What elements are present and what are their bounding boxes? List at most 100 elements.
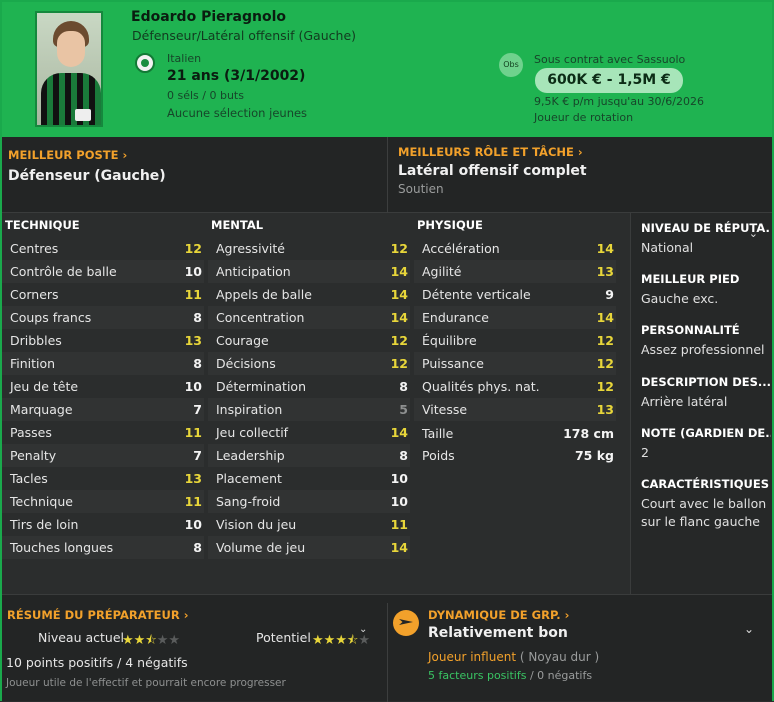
scout-obs-icon[interactable]: Obs [499, 53, 523, 77]
potential-ability-label: Potentiel [256, 630, 311, 645]
attribute-row[interactable]: Qualités phys. nat. 12 [414, 375, 616, 398]
player-photo [35, 11, 103, 127]
current-ability-label: Niveau actuel [38, 630, 124, 645]
attribute-label: Accélération [422, 241, 500, 256]
player-overview-panel: Edoardo Pieragnolo Défenseur/Latéral off… [0, 0, 774, 702]
attribute-value: 12 [390, 333, 408, 348]
attribute-label: Touches longues [10, 540, 114, 555]
attribute-value: 8 [193, 540, 202, 555]
contract-club[interactable]: Sous contrat avec Sassuolo [534, 53, 685, 66]
side-info-value: National [641, 240, 694, 255]
attribute-label: Appels de balle [216, 287, 312, 302]
attribute-value: 8 [193, 356, 202, 371]
attribute-row[interactable]: Technique 11 [2, 490, 204, 513]
attribute-row[interactable]: Appels de balle 14 [208, 283, 410, 306]
side-info-block[interactable]: CARACTÉRISTIQUES J Court avec le ballon s… [641, 477, 771, 531]
attribute-value: 13 [596, 402, 614, 417]
technical-title: TECHNIQUE [5, 218, 80, 232]
attribute-value: 14 [390, 287, 408, 302]
technical-column: TECHNIQUE Centres 12 Contrôle de balle 10 Co… [2, 213, 204, 559]
attribute-row[interactable]: Vision du jeu 11 [208, 513, 410, 536]
attribute-value: 14 [390, 425, 408, 440]
attribute-row[interactable]: Placement 10 [208, 467, 410, 490]
attribute-row[interactable]: Agilité 13 [414, 260, 616, 283]
attribute-label: Finition [10, 356, 56, 371]
dynamics-link[interactable]: DYNAMIQUE DE GRP. › [428, 608, 569, 622]
nation-flag-icon[interactable] [135, 53, 155, 73]
attribute-value: 12 [390, 241, 408, 256]
nationality[interactable]: Italien [167, 52, 201, 65]
chevron-down-icon[interactable]: ⌄ [744, 622, 754, 636]
attribute-row[interactable]: Équilibre 12 [414, 329, 616, 352]
attribute-label: Vitesse [422, 402, 468, 417]
attribute-row[interactable]: Agressivité 12 [208, 237, 410, 260]
attribute-row[interactable]: Jeu collectif 14 [208, 421, 410, 444]
attribute-row[interactable]: Passes 11 [2, 421, 204, 444]
attribute-row[interactable]: Inspiration 5 [208, 398, 410, 421]
attribute-row[interactable]: Endurance 14 [414, 306, 616, 329]
star-icon: ★ [133, 633, 146, 648]
attribute-row[interactable]: Volume de jeu 14 [208, 536, 410, 559]
attribute-label: Inspiration [216, 402, 283, 417]
attribute-value: 14 [390, 540, 408, 555]
attribute-value: 10 [184, 264, 202, 279]
attribute-label: Jeu collectif [216, 425, 289, 440]
attribute-label: Agressivité [216, 241, 286, 256]
side-info-block[interactable]: DESCRIPTION DES... Arrière latéral [641, 375, 771, 411]
attribute-label: Centres [10, 241, 59, 256]
attribute-row[interactable]: Vitesse 13 [414, 398, 616, 421]
player-role: Défenseur/Latéral offensif (Gauche) [132, 28, 357, 43]
best-role-duty: Soutien [398, 182, 444, 196]
attribute-value: 13 [184, 333, 202, 348]
best-position-link[interactable]: MEILLEUR POSTE › [8, 148, 127, 162]
attribute-value: 7 [193, 448, 202, 463]
attribute-row[interactable]: Corners 11 [2, 283, 204, 306]
star-icon: ★ [358, 633, 370, 648]
best-role-value: Latéral offensif complet [398, 163, 587, 179]
side-info-block[interactable]: MEILLEUR PIED Gauche exc. [641, 272, 771, 308]
attribute-row[interactable]: Puissance 12 [414, 352, 616, 375]
attribute-row[interactable]: Anticipation 14 [208, 260, 410, 283]
attribute-row[interactable]: Accélération 14 [414, 237, 616, 260]
attribute-row[interactable]: Marquage 7 [2, 398, 204, 421]
measure-label: Poids [422, 448, 455, 463]
attribute-label: Concentration [216, 310, 305, 325]
attribute-row[interactable]: Leadership 8 [208, 444, 410, 467]
dynamics-role: Joueur influent ( Noyau dur ) [428, 650, 600, 664]
attribute-row[interactable]: Courage 12 [208, 329, 410, 352]
attribute-label: Détente verticale [422, 287, 531, 302]
attribute-row[interactable]: Contrôle de balle 10 [2, 260, 204, 283]
measure-label: Taille [422, 426, 454, 441]
attribute-row[interactable]: Penalty 7 [2, 444, 204, 467]
attribute-row[interactable]: Détente verticale 9 [414, 283, 616, 306]
attribute-row[interactable]: Concentration 14 [208, 306, 410, 329]
attribute-row[interactable]: Décisions 12 [208, 352, 410, 375]
side-info-block[interactable]: NOTE (GARDIEN DE... 2 [641, 426, 771, 462]
chevron-down-icon[interactable]: ⌄ [359, 624, 367, 635]
side-info-block[interactable]: NIVEAU DE RÉPUTA... National [641, 221, 771, 257]
dynamics-icon [393, 610, 419, 636]
attribute-row[interactable]: Jeu de tête 10 [2, 375, 204, 398]
attribute-row[interactable]: Tirs de loin 10 [2, 513, 204, 536]
attribute-label: Équilibre [422, 333, 477, 348]
attribute-row[interactable]: Centres 12 [2, 237, 204, 260]
best-role-link[interactable]: MEILLEURS RÔLE ET TÂCHE › [398, 145, 583, 159]
attribute-row[interactable]: Coups francs 8 [2, 306, 204, 329]
attribute-row[interactable]: Tacles 13 [2, 467, 204, 490]
squad-status: Joueur de rotation [534, 111, 634, 124]
measure-value: 75 kg [574, 448, 614, 463]
attribute-row[interactable]: Dribbles 13 [2, 329, 204, 352]
attribute-row[interactable]: Détermination 8 [208, 375, 410, 398]
side-info-block[interactable]: PERSONNALITÉ Assez professionnel [641, 323, 771, 359]
attribute-row[interactable]: Finition 8 [2, 352, 204, 375]
attribute-value: 12 [596, 356, 614, 371]
side-info-value: 2 [641, 445, 649, 460]
attribute-value: 9 [605, 287, 614, 302]
dynamics-factors: 5 facteurs positifs / 0 négatifs [428, 669, 593, 682]
attribute-label: Sang-froid [216, 494, 281, 509]
coach-report-link[interactable]: RÉSUMÉ DU PRÉPARATEUR › [7, 608, 188, 622]
star-icon: ★ [156, 633, 169, 648]
attribute-label: Endurance [422, 310, 489, 325]
attribute-row[interactable]: Sang-froid 10 [208, 490, 410, 513]
attribute-row[interactable]: Touches longues 8 [2, 536, 204, 559]
